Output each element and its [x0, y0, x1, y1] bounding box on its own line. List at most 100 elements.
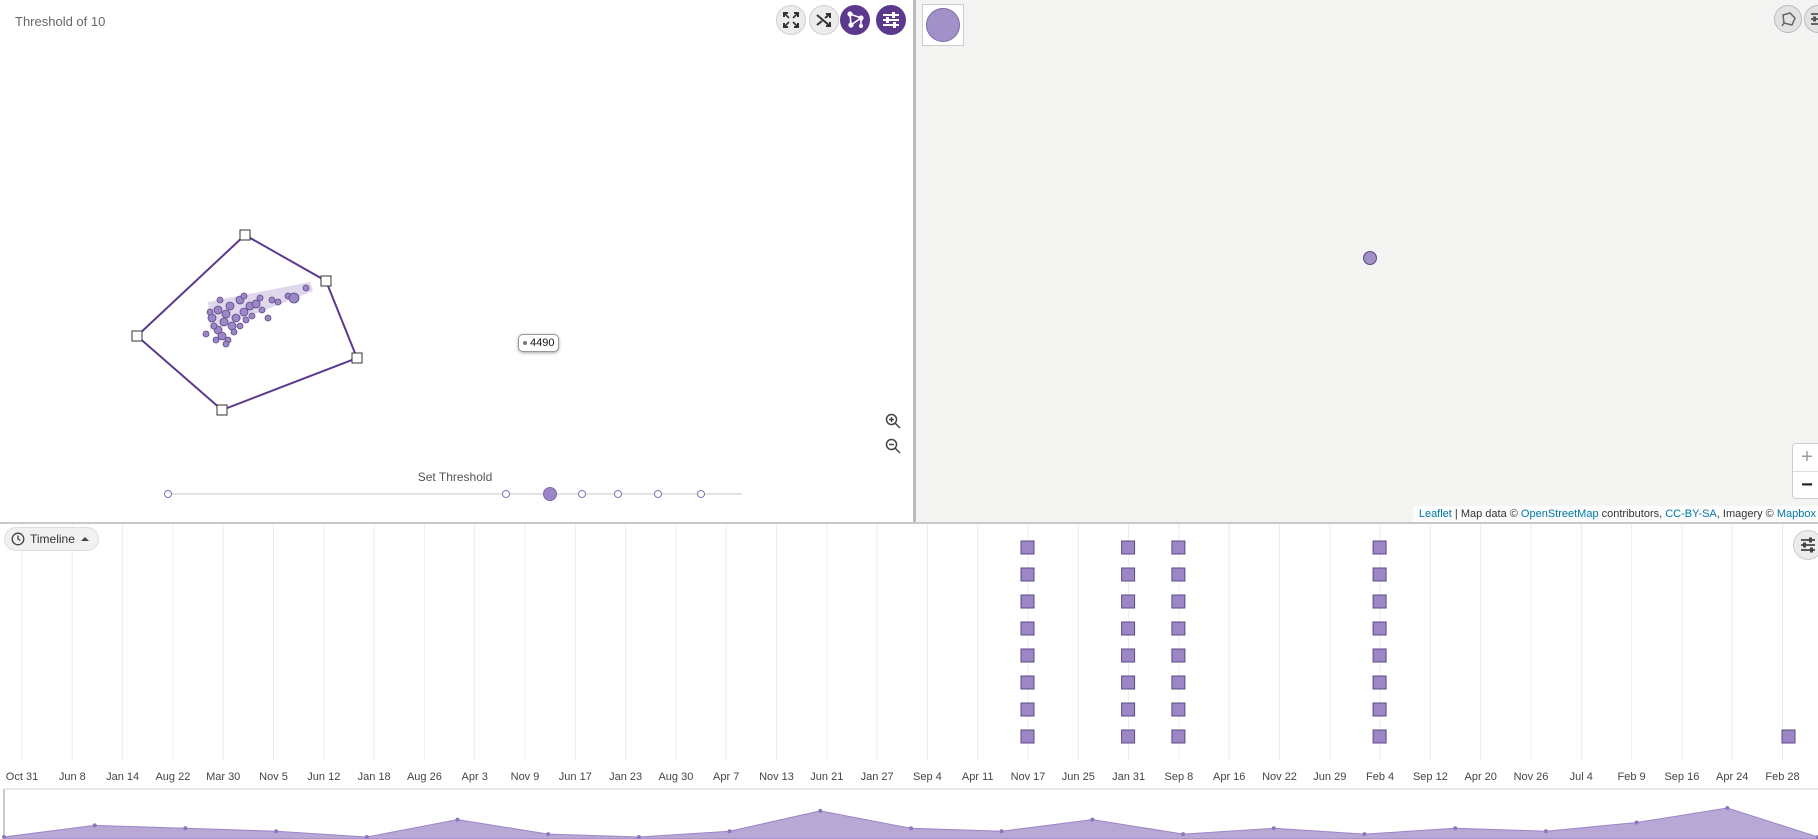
slider-stop[interactable]	[614, 490, 623, 498]
timeline-event[interactable]	[1372, 621, 1387, 636]
timeline-event[interactable]	[1171, 729, 1186, 744]
timeline-tick-label: Nov 22	[1262, 771, 1297, 783]
timeline-tick-label: Sep 12	[1413, 771, 1448, 783]
graph-node[interactable]	[240, 292, 248, 300]
slider-stop[interactable]	[578, 490, 587, 498]
map-panel[interactable]: + − Leaflet | Map data © OpenStreetMap c…	[916, 0, 1818, 522]
timeline-event[interactable]	[1171, 621, 1186, 636]
timeline-event[interactable]	[1171, 675, 1186, 690]
timeline-event[interactable]	[1020, 729, 1035, 744]
timeline-event[interactable]	[1020, 621, 1035, 636]
graph-node[interactable]	[258, 306, 266, 314]
graph-canvas[interactable]	[0, 0, 913, 522]
graph-node[interactable]	[274, 298, 282, 306]
slider-stop[interactable]	[653, 490, 662, 498]
graph-node[interactable]	[231, 313, 241, 323]
polygon-handle[interactable]	[320, 275, 332, 287]
graph-node[interactable]	[222, 340, 230, 348]
map-zoom-out-button[interactable]: −	[1793, 472, 1818, 499]
graph-node[interactable]	[239, 307, 249, 317]
threshold-slider[interactable]	[164, 484, 746, 504]
graph-node[interactable]	[256, 294, 264, 302]
graph-node[interactable]	[213, 305, 223, 315]
graph-node[interactable]	[212, 336, 220, 344]
leaflet-link[interactable]: Leaflet	[1419, 508, 1452, 520]
timeline-event[interactable]	[1372, 594, 1387, 609]
graph-node[interactable]	[219, 317, 229, 327]
timeline-chart[interactable]: Oct 31 Jun 8 Jan 14 Aug 22 Mar 30 Nov 5 Jun 12…	[0, 524, 1818, 839]
graph-node[interactable]	[216, 296, 224, 304]
graph-node[interactable]	[206, 308, 214, 316]
timeline-event[interactable]	[1372, 729, 1387, 744]
timeline-tick-label: Jan 18	[358, 771, 391, 783]
overview-point	[818, 808, 823, 813]
timeline-tick-label: Jan 27	[861, 771, 894, 783]
timeline-tick-label: Feb 28	[1765, 771, 1799, 783]
timeline-event[interactable]	[1781, 729, 1796, 744]
timeline-event[interactable]	[1121, 729, 1136, 744]
timeline-event[interactable]	[1020, 648, 1035, 663]
timeline-event[interactable]	[1372, 675, 1387, 690]
slider-thumb[interactable]	[542, 487, 557, 501]
timeline-events[interactable]	[1020, 540, 1796, 744]
graph-node[interactable]	[217, 331, 227, 341]
timeline-event[interactable]	[1020, 540, 1035, 555]
timeline-event[interactable]	[1121, 540, 1136, 555]
graph-node[interactable]	[242, 316, 250, 324]
timeline-settings-button[interactable]	[1793, 530, 1818, 560]
timeline-event[interactable]	[1171, 702, 1186, 717]
timeline-event[interactable]	[1372, 567, 1387, 582]
slider-stop[interactable]	[697, 490, 706, 498]
map-legend[interactable]	[922, 4, 964, 46]
timeline-event[interactable]	[1121, 675, 1136, 690]
timeline-tick-label: Feb 9	[1618, 771, 1646, 783]
graph-node[interactable]	[236, 322, 244, 330]
graph-node[interactable]	[264, 314, 272, 322]
zoom-in-button[interactable]	[882, 410, 904, 432]
timeline-event[interactable]	[1020, 702, 1035, 717]
graph-node[interactable]	[268, 296, 276, 304]
timeline-event[interactable]	[1121, 621, 1136, 636]
timeline-event[interactable]	[1372, 648, 1387, 663]
polygon-handle[interactable]	[351, 352, 363, 364]
timeline-event[interactable]	[1020, 675, 1035, 690]
timeline-overview[interactable]	[2, 806, 1818, 839]
map-zoom-in-button[interactable]: +	[1793, 444, 1818, 472]
graph-node[interactable]	[221, 309, 231, 319]
polygon-handle[interactable]	[131, 330, 143, 342]
timeline-event[interactable]	[1121, 702, 1136, 717]
timeline-event[interactable]	[1372, 702, 1387, 717]
graph-node[interactable]	[202, 330, 210, 338]
map-settings-button[interactable]	[1804, 5, 1818, 33]
timeline-event[interactable]	[1121, 567, 1136, 582]
graph-node[interactable]	[225, 301, 235, 311]
graph-node[interactable]	[210, 322, 218, 330]
timeline-event[interactable]	[1171, 567, 1186, 582]
slider-stop[interactable]	[501, 490, 510, 498]
slider-stop[interactable]	[164, 490, 172, 498]
polygon-handle[interactable]	[216, 404, 228, 416]
polygon-handle[interactable]	[239, 229, 251, 241]
zoom-out-button[interactable]	[882, 435, 904, 457]
graph-node[interactable]	[230, 328, 238, 336]
timeline-toggle-button[interactable]: Timeline	[4, 527, 99, 551]
graph-node[interactable]	[251, 299, 261, 309]
map-marker[interactable]	[1363, 251, 1377, 265]
license-link[interactable]: CC-BY-SA	[1665, 508, 1717, 520]
map-zoom-control[interactable]: + −	[1792, 443, 1818, 499]
graph-node[interactable]	[248, 312, 256, 320]
mapbox-link[interactable]: Mapbox	[1777, 508, 1816, 520]
graph-node[interactable]	[288, 292, 300, 304]
osm-link[interactable]: OpenStreetMap	[1521, 508, 1599, 520]
graph-node[interactable]	[302, 284, 310, 292]
timeline-event[interactable]	[1020, 594, 1035, 609]
timeline-event[interactable]	[1171, 648, 1186, 663]
timeline-event[interactable]	[1171, 594, 1186, 609]
timeline-event[interactable]	[1171, 540, 1186, 555]
timeline-event[interactable]	[1020, 567, 1035, 582]
timeline-event[interactable]	[1121, 648, 1136, 663]
settings-sliders-icon	[1801, 537, 1815, 553]
map-lasso-button[interactable]	[1774, 5, 1802, 33]
timeline-event[interactable]	[1372, 540, 1387, 555]
timeline-event[interactable]	[1121, 594, 1136, 609]
